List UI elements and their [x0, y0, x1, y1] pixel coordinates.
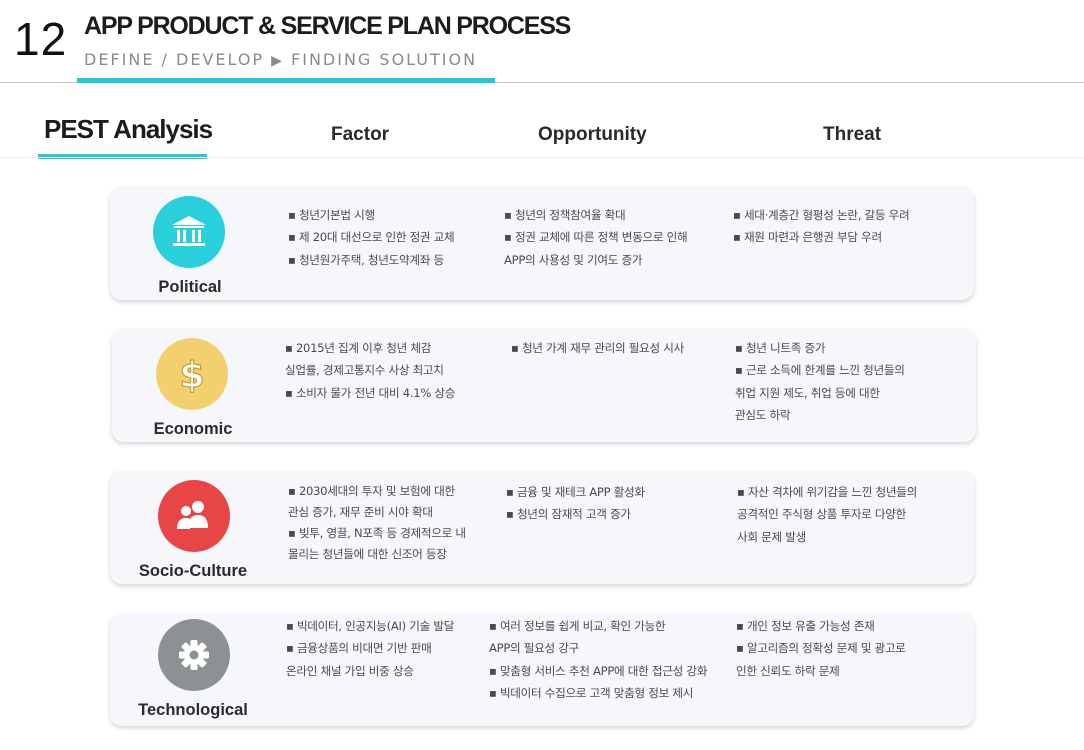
category-label-economic: Economic — [153, 420, 233, 438]
economic-threat-item: ▪ 근로 소득에 한계를 느낀 청년들의 — [735, 363, 905, 378]
pest-title: PEST Analysis — [44, 114, 213, 144]
political-opportunity-item: ▪ 청년의 정책참여율 확대 — [504, 208, 626, 222]
subtitle-solution: FINDING SOLUTION — [291, 50, 478, 69]
political-factor-item: ▪ 청년원가주택, 청년도약계좌 등 — [288, 252, 444, 267]
column-header-factor: Factor — [331, 124, 390, 145]
tech-opportunity-item: ▪ 맞춤형 서비스 추천 APP에 대한 접근성 강화 — [489, 663, 708, 678]
page-title: APP PRODUCT & SERVICE PLAN PROCESS — [84, 12, 571, 40]
economic-threat-item: 관심도 하락 — [735, 407, 791, 422]
political-threat-item: ▪ 재원 마련과 은행권 부담 우려 — [733, 230, 882, 245]
header-accent-bar — [77, 78, 495, 83]
tech-threat-item: ▪ 알고리즘의 정확성 문제 및 광고로 — [736, 641, 906, 656]
economic-factor-item: 실업률, 경제고통지수 사상 최고치 — [285, 363, 444, 378]
tech-threat-list: ▪ 개인 정보 유출 가능성 존재 ▪ 알고리즘의 정확성 문제 및 광고로 인… — [736, 615, 906, 682]
political-factor-item: ▪ 청년기본법 시행 — [288, 208, 375, 222]
socio-threat-item: ▪ 자산 격차에 위기감을 느낀 청년들의 — [737, 485, 917, 499]
economic-threat-list: ▪ 청년 니트족 증가 ▪ 근로 소득에 한계를 느낀 청년들의 취업 지원 제… — [735, 337, 905, 426]
political-threat-item: ▪ 세대·계층간 형평성 논란, 갈등 우려 — [733, 208, 910, 222]
socio-threat-item: 사회 문제 발생 — [737, 529, 806, 544]
people-icon — [158, 480, 230, 552]
socio-factor-item: 관심 증가, 재무 준비 시야 확대 — [288, 505, 433, 519]
socio-opportunity-item: ▪ 청년의 잠재적 고객 증가 — [506, 507, 631, 522]
category-label-technological: Technological — [138, 701, 248, 719]
political-factor-list: ▪ 청년기본법 시행 ▪ 제 20대 대선으로 인한 정권 교체 ▪ 청년원가주… — [288, 204, 455, 271]
page-subtitle: DEFINE / DEVELOP ▶ FINDING SOLUTION — [84, 50, 477, 69]
bank-icon — [153, 196, 225, 268]
economic-factor-item: ▪ 소비자 물가 전년 대비 4.1% 상승 — [285, 385, 456, 400]
column-header-threat: Threat — [823, 124, 882, 145]
subtitle-define: DEFINE / DEVELOP — [84, 50, 265, 69]
category-label-socio-culture: Socio-Culture — [138, 562, 248, 580]
political-factor-item: ▪ 제 20대 대선으로 인한 정권 교체 — [288, 230, 455, 245]
column-header-opportunity: Opportunity — [538, 124, 647, 145]
socio-threat-item: 공격적인 주식형 상품 투자로 다양한 — [737, 507, 907, 522]
tech-opportunity-item: APP의 필요성 강구 — [489, 641, 579, 656]
political-opportunity-item: APP의 사용성 및 기여도 증가 — [504, 252, 643, 267]
socio-factor-item: ▪ 2030세대의 투자 및 보험에 대한 — [288, 484, 455, 498]
tech-factor-list: ▪ 빅데이터, 인공지능(AI) 기술 발달 ▪ 금융상품의 비대면 기반 판매… — [286, 615, 454, 682]
tech-opportunity-item: ▪ 여러 정보를 쉽게 비교, 확인 가능한 — [489, 619, 666, 633]
gear-icon — [158, 619, 230, 691]
socio-opportunity-item: ▪ 금융 및 재테크 APP 활성화 — [506, 485, 645, 499]
socio-factor-item: ▪ 빚투, 영끌, N포족 등 경제적으로 내 — [288, 526, 466, 540]
dollar-icon: $ — [156, 338, 228, 410]
column-divider — [0, 157, 1084, 158]
economic-threat-item: ▪ 청년 니트족 증가 — [735, 341, 826, 355]
tech-threat-item: 인한 신뢰도 하락 문제 — [736, 663, 840, 678]
svg-text:$: $ — [179, 355, 204, 396]
tech-factor-item: ▪ 금융상품의 비대면 기반 판매 — [286, 641, 432, 656]
tech-opportunity-list: ▪ 여러 정보를 쉽게 비교, 확인 가능한 APP의 필요성 강구 ▪ 맞춤형… — [489, 615, 707, 704]
political-opportunity-item: ▪ 정권 교체에 따른 정책 변동으로 인해 — [504, 230, 688, 245]
economic-opportunity-list: ▪ 청년 가계 재무 관리의 필요성 시사 — [511, 337, 684, 359]
tech-factor-item: ▪ 빅데이터, 인공지능(AI) 기술 발달 — [286, 619, 455, 633]
socio-factor-item: 몰리는 청년들에 대한 신조어 등장 — [288, 547, 447, 561]
socio-threat-list: ▪ 자산 격차에 위기감을 느낀 청년들의 공격적인 주식형 상품 투자로 다양… — [737, 481, 917, 548]
category-label-political: Political — [158, 278, 222, 296]
tech-opportunity-item: ▪ 빅데이터 수집으로 고객 맞춤형 정보 제시 — [489, 685, 694, 700]
socio-factor-list: ▪ 2030세대의 투자 및 보험에 대한 관심 증가, 재무 준비 시야 확대… — [288, 481, 466, 565]
play-arrow-icon: ▶ — [271, 53, 284, 69]
tech-factor-item: 온라인 채널 가입 비중 상승 — [286, 663, 414, 678]
economic-factor-item: ▪ 2015년 집계 이후 청년 체감 — [285, 341, 432, 355]
page-number: 12 — [14, 13, 68, 65]
economic-factor-list: ▪ 2015년 집계 이후 청년 체감 실업률, 경제고통지수 사상 최고치 ▪… — [285, 337, 455, 404]
political-opportunity-list: ▪ 청년의 정책참여율 확대 ▪ 정권 교체에 따른 정책 변동으로 인해 AP… — [504, 204, 688, 271]
economic-threat-item: 취업 지원 제도, 취업 등에 대한 — [735, 385, 880, 400]
tech-threat-item: ▪ 개인 정보 유출 가능성 존재 — [736, 619, 875, 633]
political-threat-list: ▪ 세대·계층간 형평성 논란, 갈등 우려 ▪ 재원 마련과 은행권 부담 우… — [733, 204, 910, 249]
economic-opportunity-item: ▪ 청년 가계 재무 관리의 필요성 시사 — [511, 341, 684, 355]
socio-opportunity-list: ▪ 금융 및 재테크 APP 활성화 ▪ 청년의 잠재적 고객 증가 — [506, 481, 645, 526]
